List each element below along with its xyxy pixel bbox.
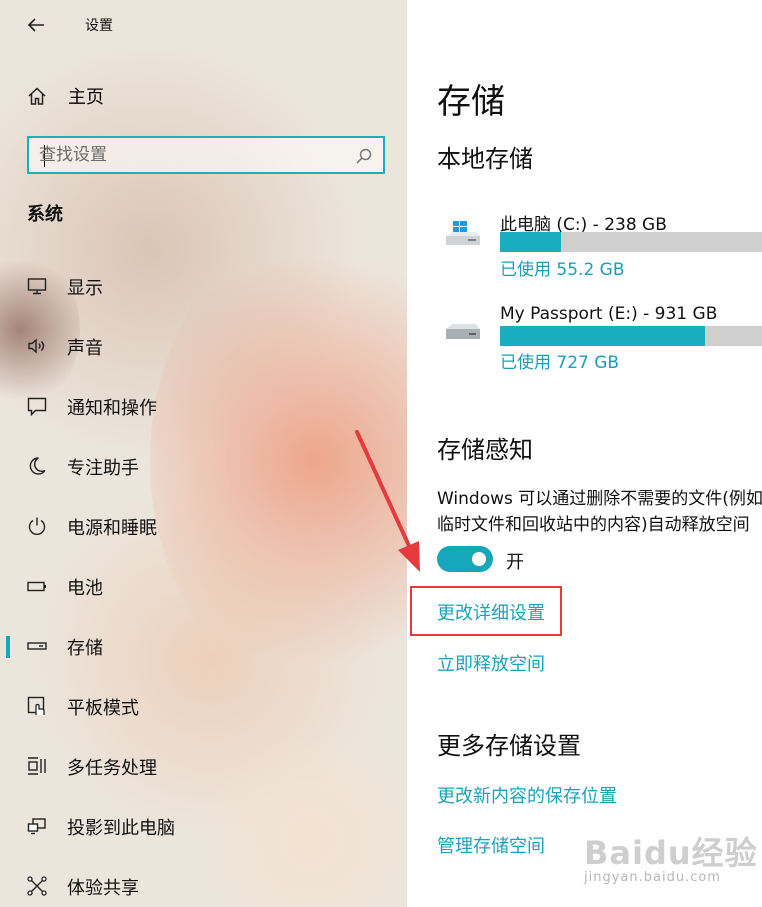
windows-drive-icon bbox=[443, 220, 483, 254]
toggle-knob bbox=[472, 552, 486, 566]
projecting-icon bbox=[26, 815, 48, 837]
sidebar-item-storage[interactable]: 存储 bbox=[0, 626, 407, 666]
sidebar-item-display[interactable]: 显示 bbox=[0, 266, 407, 306]
section-title: 系统 bbox=[27, 204, 63, 225]
watermark-url: jingyan.baidu.com bbox=[584, 870, 721, 885]
drive-used-text: 已使用 727 GB bbox=[500, 353, 620, 373]
page-title: 存储 bbox=[437, 82, 505, 122]
external-drive-icon bbox=[443, 318, 483, 348]
sidebar-item-power-sleep[interactable]: 电源和睡眠 bbox=[0, 506, 407, 546]
notification-icon bbox=[26, 395, 48, 417]
battery-icon bbox=[26, 575, 48, 597]
new-content-location-link[interactable]: 更改新内容的保存位置 bbox=[437, 782, 617, 808]
sidebar-item-focus-assist[interactable]: 专注助手 bbox=[0, 446, 407, 486]
toggle-state-label: 开 bbox=[506, 552, 524, 573]
settings-sidebar: 设置 主页 系统 显示 声音 通知和操作 专注助手 电源和睡眠 电池 bbox=[0, 0, 407, 907]
power-icon bbox=[26, 515, 48, 537]
sidebar-item-label: 电源和睡眠 bbox=[67, 518, 157, 539]
free-space-link[interactable]: 立即释放空间 bbox=[437, 650, 545, 676]
sidebar-item-notifications[interactable]: 通知和操作 bbox=[0, 386, 407, 426]
sidebar-item-shared-experiences[interactable]: 体验共享 bbox=[0, 866, 407, 906]
sidebar-item-label: 主页 bbox=[68, 87, 104, 108]
window-title: 设置 bbox=[85, 18, 113, 34]
sidebar-item-label: 存储 bbox=[67, 638, 103, 659]
drive-usage-bar[interactable] bbox=[500, 232, 762, 252]
search-icon[interactable] bbox=[355, 147, 373, 169]
search-box[interactable] bbox=[27, 136, 385, 174]
storage-sense-description: Windows 可以通过删除不需要的文件(例如临时文件和回收站中的内容)自动释放… bbox=[437, 489, 762, 535]
change-settings-link[interactable]: 更改详细设置 bbox=[437, 599, 545, 625]
drive-used-text: 已使用 55.2 GB bbox=[500, 260, 625, 280]
sidebar-item-home[interactable]: 主页 bbox=[26, 82, 104, 110]
sidebar-item-projecting[interactable]: 投影到此电脑 bbox=[0, 806, 407, 846]
search-input[interactable] bbox=[39, 141, 339, 169]
sidebar-item-label: 声音 bbox=[67, 338, 103, 359]
sidebar-item-tablet-mode[interactable]: 平板模式 bbox=[0, 686, 407, 726]
storage-drive-icon bbox=[26, 635, 48, 657]
storage-sense-toggle[interactable] bbox=[437, 546, 493, 572]
multitasking-icon bbox=[26, 755, 48, 777]
drive-usage-fill bbox=[500, 232, 561, 252]
storage-page: 存储 本地存储 此电脑 (C:) - 238 GB 已使用 55.2 GB My… bbox=[407, 0, 762, 907]
sidebar-item-label: 专注助手 bbox=[67, 458, 139, 479]
sidebar-item-label: 平板模式 bbox=[67, 698, 139, 719]
sidebar-item-label: 多任务处理 bbox=[67, 758, 157, 779]
sidebar-item-label: 投影到此电脑 bbox=[67, 818, 175, 839]
drive-name[interactable]: My Passport (E:) - 931 GB bbox=[500, 304, 717, 324]
sidebar-item-label: 显示 bbox=[67, 278, 103, 299]
share-icon bbox=[26, 875, 48, 897]
drive-usage-fill bbox=[500, 326, 705, 346]
sidebar-item-battery[interactable]: 电池 bbox=[0, 566, 407, 606]
manage-storage-spaces-link[interactable]: 管理存储空间 bbox=[437, 832, 545, 858]
watermark-logo: Baidu经验 bbox=[584, 834, 758, 872]
baidu-watermark: Baidu经验 jingyan.baidu.com bbox=[570, 822, 760, 904]
sidebar-item-label: 通知和操作 bbox=[67, 398, 157, 419]
storage-sense-heading: 存储感知 bbox=[437, 436, 533, 464]
sidebar-item-label: 电池 bbox=[67, 578, 103, 599]
drive-usage-bar[interactable] bbox=[500, 326, 762, 346]
tablet-mode-icon bbox=[26, 695, 48, 717]
speaker-icon bbox=[26, 335, 48, 357]
sidebar-item-multitasking[interactable]: 多任务处理 bbox=[0, 746, 407, 786]
sidebar-item-label: 体验共享 bbox=[67, 878, 139, 899]
back-arrow-icon[interactable] bbox=[24, 12, 50, 38]
home-icon bbox=[26, 85, 48, 107]
monitor-icon bbox=[26, 275, 48, 297]
sidebar-item-sound[interactable]: 声音 bbox=[0, 326, 407, 366]
moon-icon bbox=[26, 455, 48, 477]
selection-indicator bbox=[6, 636, 10, 658]
more-settings-heading: 更多存储设置 bbox=[437, 732, 581, 760]
local-storage-heading: 本地存储 bbox=[437, 145, 533, 173]
